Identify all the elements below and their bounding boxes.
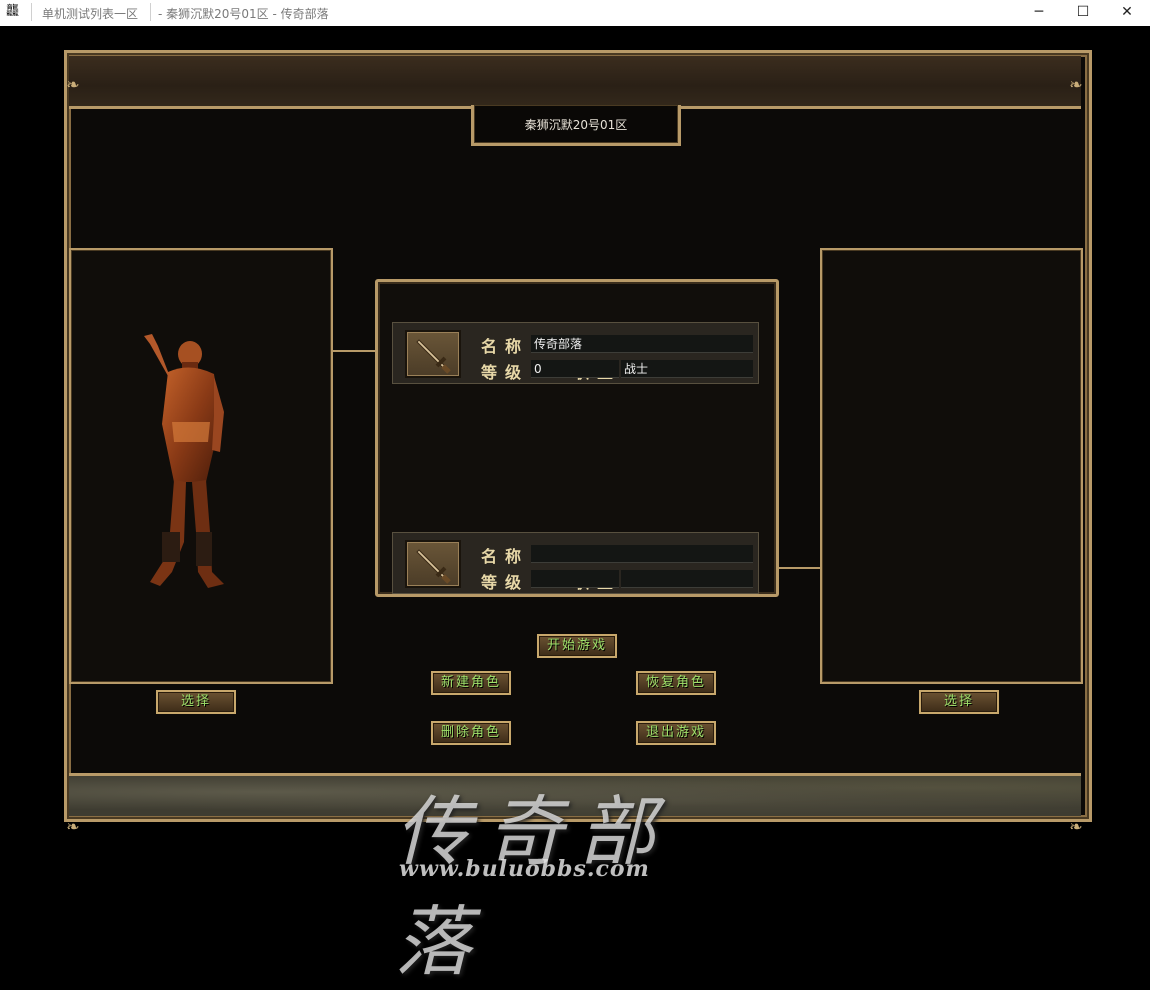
minimize-icon[interactable]: ─: [1016, 0, 1062, 26]
ornament-corner-icon: ❧: [1069, 817, 1083, 836]
character-slot-1[interactable]: 名称 等级 职业 传奇部落 0 战士: [392, 322, 759, 384]
sword-icon: [405, 540, 461, 588]
connector-line: [331, 350, 375, 352]
character-level-field: [531, 570, 619, 588]
character-name-field: [531, 545, 753, 563]
start-game-button[interactable]: 开始游戏: [537, 634, 617, 658]
titlebar-divider: [150, 3, 151, 21]
restore-character-button[interactable]: 恢复角色: [636, 671, 716, 695]
left-character-panel[interactable]: [69, 248, 333, 684]
level-label: 等级: [481, 363, 530, 382]
select-left-button[interactable]: 选择: [156, 690, 236, 714]
character-class-field: 战士: [621, 360, 753, 378]
watermark-url: www.buluobbs.com: [399, 856, 650, 882]
name-label: 名称: [481, 337, 530, 356]
ornament-corner-icon: ❧: [1069, 75, 1083, 94]
sword-icon: [405, 330, 461, 378]
titlebar-divider: [31, 3, 32, 21]
window-tab-label[interactable]: 单机测试列表一区: [42, 5, 138, 22]
maximize-icon[interactable]: ☐: [1060, 0, 1106, 26]
exit-game-button[interactable]: 退出游戏: [636, 721, 716, 745]
character-name-field: 传奇部落: [531, 335, 753, 353]
delete-character-button[interactable]: 删除角色: [431, 721, 511, 745]
warrior-character-icon: [144, 334, 224, 588]
character-class-field: [621, 570, 753, 588]
character-level-field: 0: [531, 360, 619, 378]
name-label: 名称: [481, 547, 530, 566]
server-name-label: 秦狮沉默20号01区: [471, 105, 681, 146]
connector-line: [773, 567, 820, 569]
close-icon[interactable]: ✕: [1104, 0, 1150, 26]
watermark-logo: 传奇部落 www.buluobbs.com: [395, 770, 755, 986]
ornament-corner-icon: ❧: [66, 817, 80, 836]
new-character-button[interactable]: 新建角色: [431, 671, 511, 695]
app-icon: 龘: [6, 4, 20, 19]
window-titlebar: 龘 单机测试列表一区 - 秦狮沉默20号01区 - 传奇部落 ─ ☐ ✕: [0, 0, 1150, 26]
character-slot-2[interactable]: 名称 等级 职业: [392, 532, 759, 594]
frame-top-band: [69, 56, 1081, 109]
window-title: - 秦狮沉默20号01区 - 传奇部落: [158, 7, 329, 21]
ornament-corner-icon: ❧: [66, 75, 80, 94]
select-right-button[interactable]: 选择: [919, 690, 999, 714]
right-character-panel[interactable]: [820, 248, 1083, 684]
level-label: 等级: [481, 573, 530, 592]
